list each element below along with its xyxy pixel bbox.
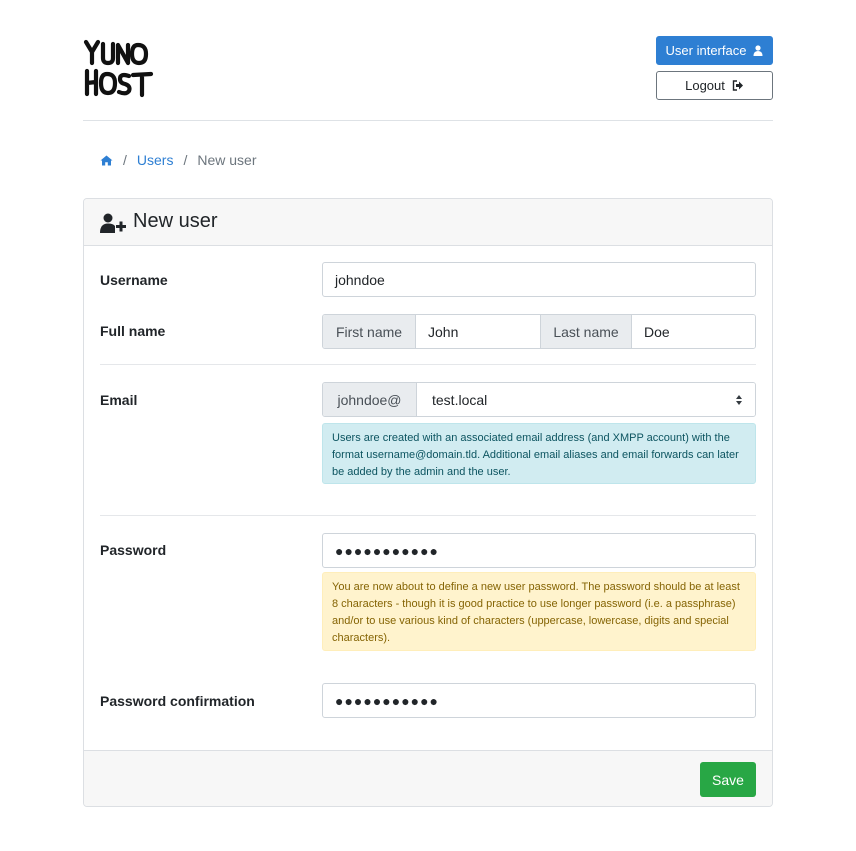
email-help-alert: Users are created with an associated ema… xyxy=(322,423,756,484)
breadcrumb-current: New user xyxy=(197,152,257,168)
breadcrumb-separator: / xyxy=(123,152,127,168)
logout-label: Logout xyxy=(685,78,725,93)
card-footer: Save xyxy=(84,750,772,806)
card-header: New user xyxy=(84,199,772,246)
last-name-input[interactable]: Doe xyxy=(632,315,755,348)
breadcrumb-separator: / xyxy=(183,152,188,168)
user-interface-button[interactable]: User interface xyxy=(656,36,773,65)
breadcrumb: / Users / New user xyxy=(100,150,256,170)
username-input[interactable]: johndoe xyxy=(322,262,756,297)
header-divider xyxy=(83,120,773,121)
page-title: New user xyxy=(133,210,218,232)
user-icon xyxy=(753,45,763,56)
first-name-addon: First name xyxy=(323,315,416,348)
yunohost-logo xyxy=(83,39,154,98)
password-label: Password xyxy=(100,542,167,558)
divider xyxy=(100,364,756,365)
email-prefix-addon: johndoe@ xyxy=(323,383,417,416)
password-confirmation-input[interactable]: ●●●●●●●●●●● xyxy=(322,683,756,718)
user-interface-label: User interface xyxy=(665,43,747,58)
new-user-form-card: New user Username johndoe Full name Firs… xyxy=(83,198,773,807)
username-label: Username xyxy=(100,272,168,288)
sign-out-icon xyxy=(732,80,743,91)
breadcrumb-users-link[interactable]: Users xyxy=(137,152,174,168)
user-plus-icon xyxy=(100,213,126,233)
password-input[interactable]: ●●●●●●●●●●● xyxy=(322,533,756,568)
save-button[interactable]: Save xyxy=(700,762,756,797)
fullname-group: First name John Last name Doe xyxy=(322,314,756,349)
divider xyxy=(100,515,756,516)
domain-select-value: test.local xyxy=(432,391,488,408)
password-confirmation-label: Password confirmation xyxy=(100,693,255,709)
first-name-input[interactable]: John xyxy=(416,315,540,348)
domain-select[interactable]: test.local xyxy=(417,383,755,416)
last-name-addon: Last name xyxy=(540,315,632,348)
select-arrows-icon xyxy=(736,394,742,405)
fullname-label: Full name xyxy=(100,323,166,339)
logout-button[interactable]: Logout xyxy=(656,71,773,100)
email-group: johndoe@ test.local xyxy=(322,382,756,417)
home-icon[interactable] xyxy=(100,155,113,166)
email-label: Email xyxy=(100,392,138,408)
password-help-alert: You are now about to define a new user p… xyxy=(322,572,756,651)
